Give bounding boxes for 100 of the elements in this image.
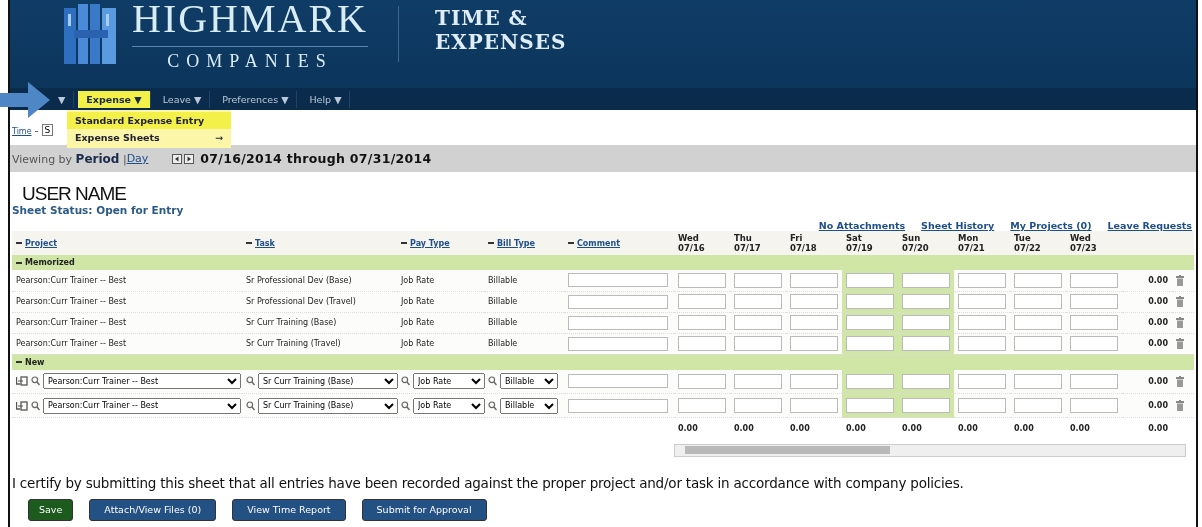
hours-field[interactable]	[1014, 272, 1062, 288]
trash-icon[interactable]	[1176, 338, 1184, 349]
hours-field[interactable]	[1070, 398, 1118, 413]
hours-field[interactable]	[790, 315, 838, 330]
hours-field[interactable]	[678, 373, 726, 389]
trash-icon[interactable]	[1176, 317, 1184, 328]
action-button[interactable]: View Time Report	[232, 498, 346, 521]
hours-field[interactable]	[846, 272, 894, 288]
hours-field[interactable]	[902, 294, 950, 309]
hours-field[interactable]	[734, 294, 782, 309]
hours-field[interactable]	[846, 315, 894, 330]
day-total: 0.00	[958, 424, 978, 434]
hours-field[interactable]	[958, 315, 1006, 330]
trash-icon[interactable]	[1176, 296, 1184, 307]
hours-field[interactable]	[790, 294, 838, 309]
task-dropdown[interactable]: Sr Curr Training (Base)	[258, 373, 398, 390]
breadcrumb-link[interactable]: Time	[12, 127, 32, 136]
hours-field[interactable]	[958, 294, 1006, 309]
hours-field[interactable]	[846, 294, 894, 309]
collapse-icon[interactable]	[16, 261, 22, 264]
menu-option[interactable]: Expense Sheets →	[67, 129, 231, 146]
action-button[interactable]: Attach/View Files (0)	[89, 498, 217, 521]
day-date: 07/20	[902, 243, 930, 253]
hours-field[interactable]	[734, 373, 782, 389]
hours-field[interactable]	[678, 315, 726, 330]
menu-item[interactable]: ▼	[56, 90, 75, 108]
sheet-link[interactable]: My Projects (0)	[1010, 220, 1092, 231]
hours-field[interactable]	[902, 336, 950, 351]
hours-field[interactable]	[846, 398, 894, 413]
column-header[interactable]: Bill Type	[497, 238, 535, 248]
pay-type-dropdown[interactable]: Job Rate	[413, 373, 485, 390]
menu-item[interactable]: Leave ▼	[154, 90, 211, 108]
hours-field[interactable]	[958, 373, 1006, 389]
pay-type-dropdown[interactable]: Job Rate	[413, 397, 485, 414]
hours-field[interactable]	[1070, 336, 1118, 351]
comment-field[interactable]	[568, 315, 668, 330]
hours-field[interactable]	[1014, 336, 1062, 351]
menu-item[interactable]: Expense ▼	[78, 90, 151, 108]
day-date: 07/17	[734, 243, 762, 253]
hours-field[interactable]	[1014, 315, 1062, 330]
hours-field[interactable]	[790, 398, 838, 413]
hours-field[interactable]	[902, 398, 950, 413]
project-dropdown[interactable]: Pearson:Curr Trainer -- Best	[43, 373, 241, 390]
hours-field[interactable]	[734, 315, 782, 330]
row-total: 0.00	[1148, 401, 1168, 410]
column-header[interactable]: Pay Type	[410, 238, 450, 248]
hours-field[interactable]	[790, 336, 838, 351]
hours-field[interactable]	[678, 336, 726, 351]
row-total: 0.00	[1148, 275, 1168, 285]
hours-field[interactable]	[1070, 272, 1118, 288]
bill-type-dropdown[interactable]: Billable	[500, 373, 558, 390]
trash-icon[interactable]	[1176, 375, 1184, 387]
day-date: 07/23	[1070, 243, 1098, 253]
bill-type-dropdown[interactable]: Billable	[500, 397, 558, 414]
column-header[interactable]: Project	[25, 238, 58, 248]
hours-field[interactable]	[790, 272, 838, 288]
project-dropdown[interactable]: Pearson:Curr Trainer -- Best	[43, 397, 241, 414]
hours-field[interactable]	[1014, 398, 1062, 413]
horizontal-scrollbar[interactable]	[674, 443, 1186, 457]
action-button[interactable]: Submit for Approval	[361, 498, 487, 521]
sheet-link[interactable]: No Attachments	[818, 220, 906, 231]
hours-field[interactable]	[902, 315, 950, 330]
hours-field[interactable]	[1014, 373, 1062, 389]
hours-field[interactable]	[734, 398, 782, 413]
hours-field[interactable]	[678, 272, 726, 288]
sheet-link[interactable]: Leave Requests	[1107, 220, 1192, 231]
grand-total: 0.00	[1148, 424, 1168, 434]
menu-option[interactable]: Standard Expense Entry	[67, 112, 231, 129]
hours-field[interactable]	[846, 336, 894, 351]
hours-field[interactable]	[678, 294, 726, 309]
hours-field[interactable]	[902, 373, 950, 389]
comment-field[interactable]	[568, 273, 668, 288]
hours-field[interactable]	[734, 272, 782, 288]
hours-field[interactable]	[958, 272, 1006, 288]
hours-field[interactable]	[1070, 294, 1118, 309]
hours-field[interactable]	[958, 398, 1006, 413]
hours-field[interactable]	[678, 398, 726, 413]
day-link[interactable]: Day	[126, 152, 149, 165]
task-cell: Sr Professional Dev (Base)	[246, 275, 352, 285]
hours-field[interactable]	[958, 336, 1006, 351]
comment-field[interactable]	[568, 398, 668, 413]
hours-field[interactable]	[790, 373, 838, 389]
hours-field[interactable]	[846, 373, 894, 389]
hours-field[interactable]	[1070, 315, 1118, 330]
comment-field[interactable]	[568, 336, 668, 351]
menu-item[interactable]: Preferences ▼	[214, 90, 298, 108]
save-button[interactable]: Save	[28, 498, 74, 521]
comment-field[interactable]	[568, 374, 668, 389]
hours-field[interactable]	[734, 336, 782, 351]
trash-icon[interactable]	[1176, 274, 1184, 286]
hours-field[interactable]	[1070, 373, 1118, 389]
comment-field[interactable]	[568, 294, 668, 309]
trash-icon[interactable]	[1176, 400, 1184, 411]
menu-item[interactable]: Help ▼	[301, 90, 351, 108]
column-header[interactable]: Comment	[577, 238, 620, 248]
sheet-link[interactable]: Sheet History	[921, 220, 995, 231]
column-header[interactable]: Task	[255, 238, 275, 248]
task-dropdown[interactable]: Sr Curr Training (Base)	[258, 397, 398, 414]
hours-field[interactable]	[1014, 294, 1062, 309]
hours-field[interactable]	[902, 272, 950, 288]
